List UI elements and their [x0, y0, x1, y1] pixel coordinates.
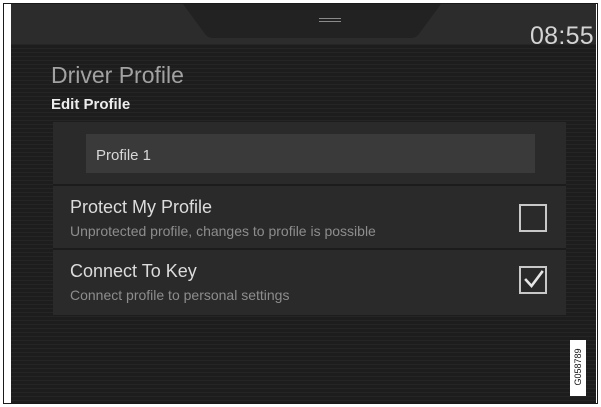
status-bar: 08:55	[11, 4, 596, 50]
protect-profile-label: Protect My Profile	[70, 197, 213, 217]
connect-key-row[interactable]: Connect To Key Connect profile to person…	[53, 250, 566, 310]
page-title: Driver Profile	[51, 62, 184, 88]
grip-handle-icon[interactable]	[319, 18, 341, 24]
pull-down-tab[interactable]	[183, 4, 441, 38]
protect-profile-checkbox[interactable]	[519, 204, 547, 232]
image-code-label: G058789	[570, 340, 586, 396]
profile-name-value: Profile 1	[96, 147, 152, 164]
center-display: 08:55 Driver Profile Edit Profile Profil…	[11, 4, 596, 403]
protect-profile-description: Unprotected profile, changes to profile …	[70, 223, 376, 239]
page-subtitle: Edit Profile	[51, 96, 131, 113]
checkmark-icon	[524, 270, 544, 289]
clock: 08:55	[529, 22, 594, 50]
edit-profile-panel: Profile 1 Protect My Profile Unprotected…	[53, 122, 566, 315]
protect-profile-row[interactable]: Protect My Profile Unprotected profile, …	[53, 186, 566, 246]
image-code-text: G058789	[573, 348, 583, 386]
connect-key-checkbox[interactable]	[519, 266, 547, 294]
profile-name-field[interactable]: Profile 1	[86, 134, 535, 173]
screen-frame: 08:55 Driver Profile Edit Profile Profil…	[3, 3, 598, 404]
connect-key-description: Connect profile to personal settings	[70, 287, 290, 303]
connect-key-label: Connect To Key	[70, 261, 197, 281]
